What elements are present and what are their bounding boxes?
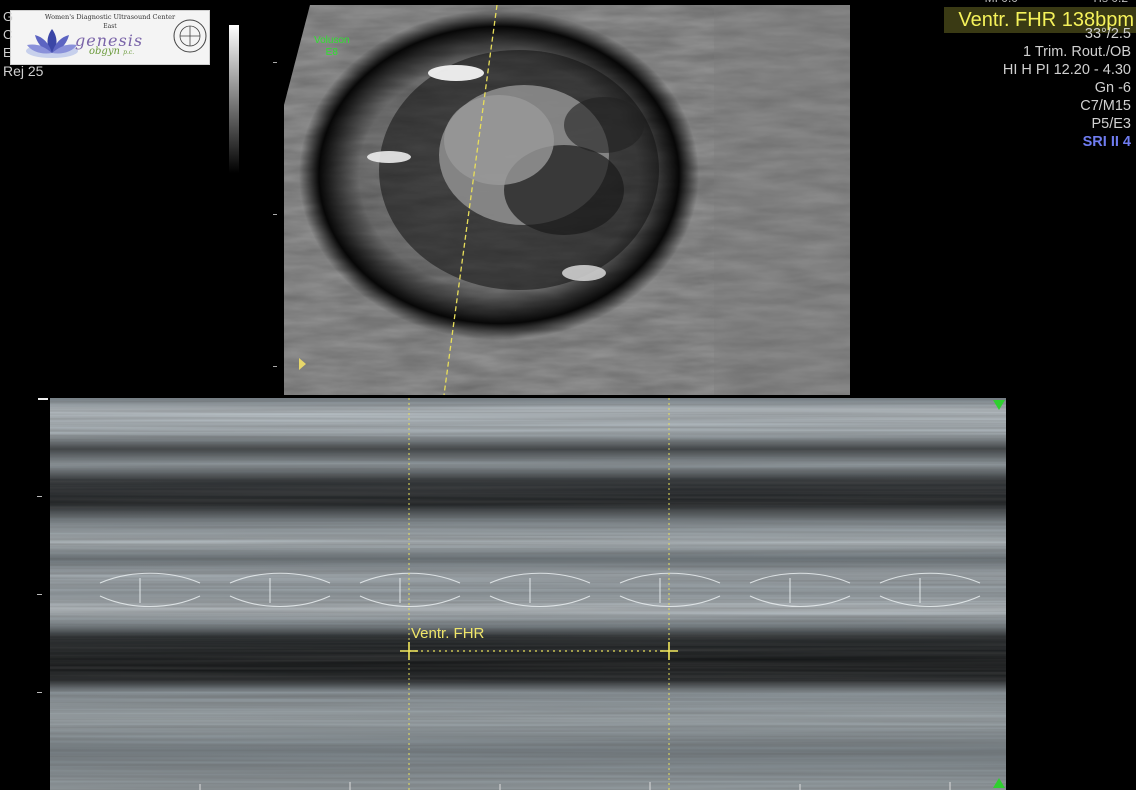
m-mode-depth-tick	[37, 692, 42, 693]
focus-marker-icon[interactable]	[299, 358, 306, 370]
reject-setting: Rej 25	[3, 63, 44, 79]
probe-model: E8	[325, 47, 338, 58]
setting-frequency: HI H PI 12.20 - 4.30	[1002, 62, 1131, 78]
m-line-bottom-icon[interactable]	[993, 778, 1005, 788]
depth-tick	[273, 214, 277, 215]
left-label-3: E	[3, 45, 12, 60]
accreditation-seal-icon	[173, 19, 207, 53]
setting-compression: C7/M15	[1080, 98, 1131, 114]
depth-tick	[273, 366, 277, 367]
probe-brand: Voluson	[314, 35, 350, 46]
m-mode-depth-tick	[37, 496, 42, 497]
left-label-2: C	[3, 27, 13, 42]
lotus-logo-icon	[26, 29, 78, 58]
setting-angle: 33°/2.5	[1084, 26, 1131, 42]
m-line-top-icon[interactable]	[993, 400, 1005, 410]
m-mode-depth-tick	[37, 594, 42, 595]
m-mode-scale-top	[38, 398, 48, 400]
left-label-1: G	[3, 9, 14, 24]
bmode-image[interactable]	[284, 5, 850, 395]
setting-gain: Gn -6	[1094, 80, 1131, 96]
caliper-label: Ventr. FHR	[411, 625, 485, 642]
grayscale-bar	[229, 25, 239, 173]
depth-tick	[273, 62, 277, 63]
setting-preset: 1 Trim. Rout./OB	[1023, 44, 1131, 60]
top-cut-info: MI 0.0 TIs 0.2	[985, 0, 1128, 5]
setting-sri: SRI II 4	[1082, 134, 1131, 150]
probe-label: Voluson E8	[314, 35, 350, 59]
logo-brand-sub: obgyn p.c.	[89, 46, 135, 57]
setting-power: P5/E3	[1091, 116, 1132, 132]
m-mode-trace[interactable]	[50, 398, 1006, 790]
clinic-logo: Women's Diagnostic Ultrasound Center Eas…	[10, 10, 210, 65]
